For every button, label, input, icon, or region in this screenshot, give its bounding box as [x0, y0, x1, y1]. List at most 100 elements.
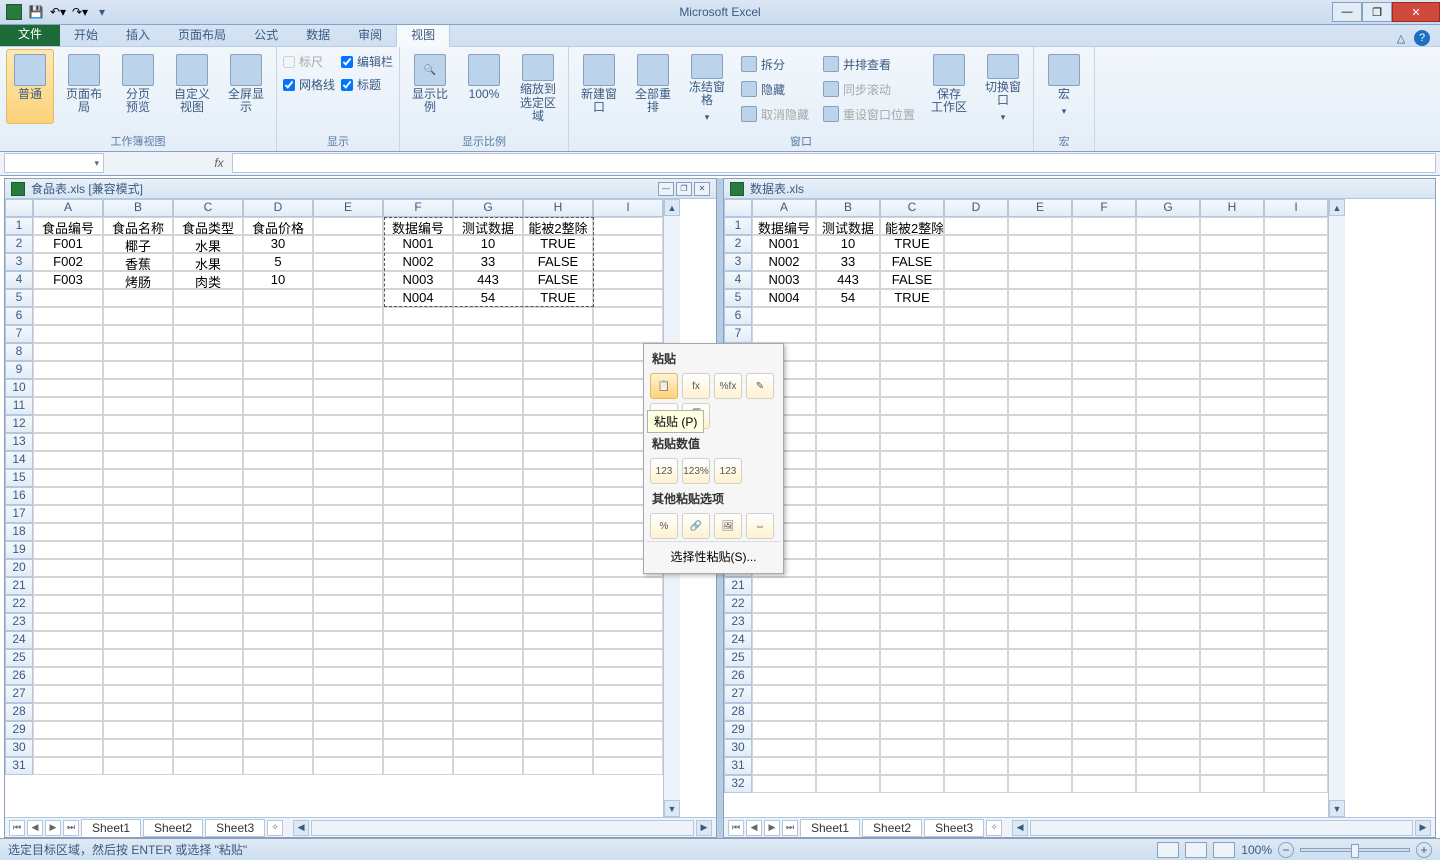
cell[interactable]	[313, 739, 383, 757]
cell[interactable]	[313, 685, 383, 703]
cell[interactable]	[752, 703, 816, 721]
cell[interactable]	[1072, 469, 1136, 487]
cell[interactable]	[383, 541, 453, 559]
row-header[interactable]: 13	[5, 433, 33, 451]
cell[interactable]: 数据编号	[383, 217, 453, 235]
cell[interactable]	[1200, 307, 1264, 325]
nav-prev-icon[interactable]: ◀	[27, 820, 43, 836]
cell[interactable]	[103, 739, 173, 757]
cell[interactable]	[1072, 397, 1136, 415]
cell[interactable]	[880, 721, 944, 739]
cell[interactable]	[1264, 325, 1328, 343]
cell[interactable]	[752, 667, 816, 685]
cell[interactable]	[453, 559, 523, 577]
cell[interactable]	[1200, 559, 1264, 577]
cell[interactable]	[1200, 433, 1264, 451]
cell[interactable]: 食品价格	[243, 217, 313, 235]
cell[interactable]	[383, 451, 453, 469]
formula-input[interactable]	[232, 153, 1436, 173]
cell[interactable]	[1008, 469, 1072, 487]
row-header[interactable]: 27	[5, 685, 33, 703]
column-header[interactable]: D	[243, 199, 313, 217]
cell[interactable]: N003	[752, 271, 816, 289]
cell[interactable]	[453, 721, 523, 739]
row-header[interactable]: 25	[724, 649, 752, 667]
row-header[interactable]: 21	[5, 577, 33, 595]
cell[interactable]: 10	[243, 271, 313, 289]
cell[interactable]	[944, 577, 1008, 595]
cell[interactable]	[383, 379, 453, 397]
cell[interactable]	[1008, 487, 1072, 505]
cell[interactable]	[1072, 721, 1136, 739]
cell[interactable]	[944, 271, 1008, 289]
cell[interactable]: 香蕉	[103, 253, 173, 271]
cell[interactable]	[1200, 757, 1264, 775]
cell[interactable]	[103, 703, 173, 721]
cell[interactable]: TRUE	[880, 235, 944, 253]
cell[interactable]	[816, 487, 880, 505]
cell[interactable]	[243, 523, 313, 541]
cell[interactable]: 54	[453, 289, 523, 307]
cell[interactable]	[313, 649, 383, 667]
zoom-in-button[interactable]: +	[1416, 842, 1432, 858]
cell[interactable]	[752, 613, 816, 631]
cell[interactable]	[1200, 379, 1264, 397]
cell[interactable]	[313, 631, 383, 649]
cell[interactable]	[944, 433, 1008, 451]
cell[interactable]: 烤肠	[103, 271, 173, 289]
scroll-right-icon[interactable]: ▶	[696, 820, 712, 836]
cell[interactable]	[33, 433, 103, 451]
cell[interactable]: 能被2整除	[523, 217, 593, 235]
cell[interactable]	[173, 685, 243, 703]
cell[interactable]	[313, 379, 383, 397]
cell[interactable]	[103, 289, 173, 307]
cell[interactable]	[1072, 775, 1136, 793]
cell[interactable]	[1200, 505, 1264, 523]
cell[interactable]	[313, 541, 383, 559]
cell[interactable]	[243, 469, 313, 487]
row-header[interactable]: 19	[5, 541, 33, 559]
cell[interactable]	[752, 721, 816, 739]
cell[interactable]	[880, 559, 944, 577]
cell[interactable]	[103, 523, 173, 541]
headings-checkbox[interactable]: 标题	[341, 76, 393, 93]
cell[interactable]	[453, 757, 523, 775]
cell[interactable]	[453, 523, 523, 541]
cell[interactable]	[1136, 379, 1200, 397]
row-header[interactable]: 2	[5, 235, 33, 253]
normal-view-icon[interactable]	[1157, 842, 1179, 858]
cell[interactable]: N002	[383, 253, 453, 271]
cell[interactable]	[944, 775, 1008, 793]
cell[interactable]	[816, 379, 880, 397]
scroll-left-icon[interactable]: ◀	[1012, 820, 1028, 836]
cell[interactable]: F003	[33, 271, 103, 289]
cell[interactable]	[816, 397, 880, 415]
nav-first-icon[interactable]: ⏮	[728, 820, 744, 836]
cell[interactable]	[313, 271, 383, 289]
cell[interactable]	[523, 541, 593, 559]
cell[interactable]	[453, 613, 523, 631]
cell[interactable]	[1264, 433, 1328, 451]
cell[interactable]	[383, 631, 453, 649]
cell[interactable]	[313, 721, 383, 739]
cell[interactable]	[33, 451, 103, 469]
cell[interactable]	[383, 415, 453, 433]
cell[interactable]	[1200, 397, 1264, 415]
cell[interactable]	[103, 361, 173, 379]
cell[interactable]	[1136, 433, 1200, 451]
cell[interactable]	[816, 415, 880, 433]
cell[interactable]: 食品类型	[173, 217, 243, 235]
cell[interactable]	[33, 415, 103, 433]
cell[interactable]	[1072, 271, 1136, 289]
cell[interactable]	[880, 631, 944, 649]
nav-prev-icon[interactable]: ◀	[746, 820, 762, 836]
row-header[interactable]: 20	[5, 559, 33, 577]
paste-all-option[interactable]: 📋	[650, 373, 678, 399]
column-header[interactable]: I	[1264, 199, 1328, 217]
zoom-out-button[interactable]: −	[1278, 842, 1294, 858]
cell[interactable]	[944, 685, 1008, 703]
cell[interactable]	[1264, 541, 1328, 559]
row-header[interactable]: 28	[724, 703, 752, 721]
cell[interactable]	[593, 289, 663, 307]
paste-special-item[interactable]: 选择性粘贴(S)...	[646, 541, 781, 571]
